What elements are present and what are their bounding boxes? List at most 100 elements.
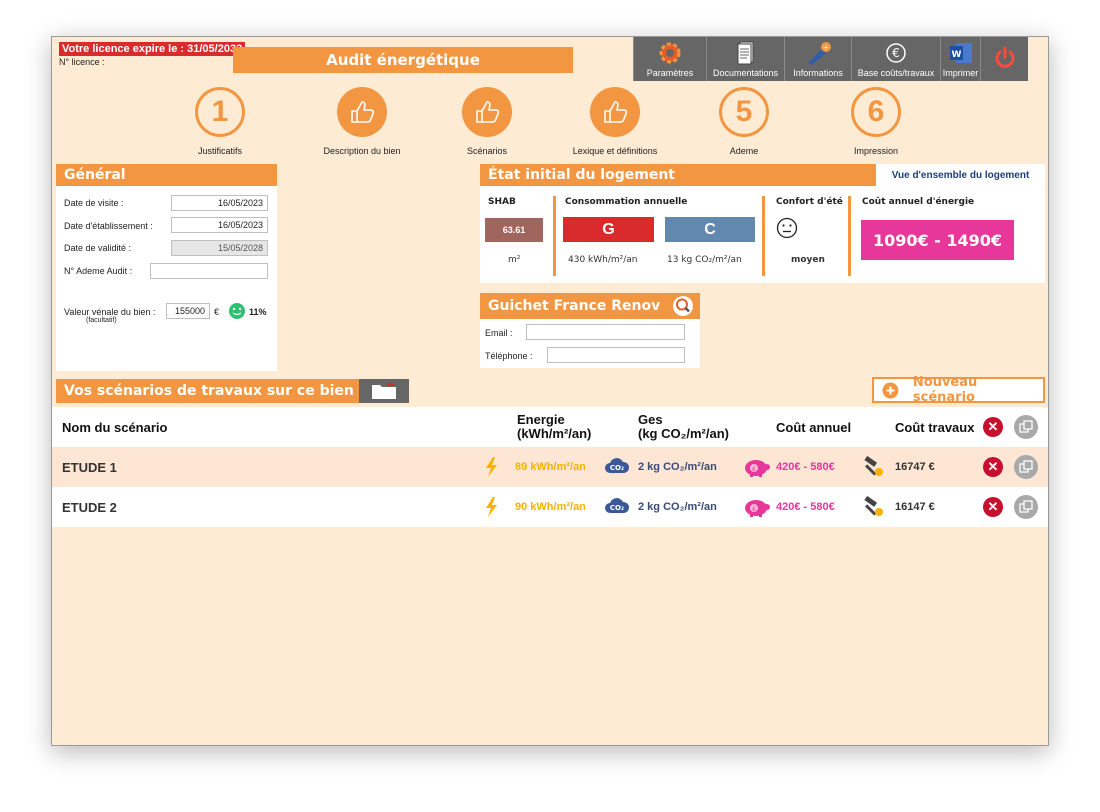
- svg-text:+: +: [823, 43, 830, 52]
- scenario-ges: 2 kg CO₂/m²/an: [638, 461, 717, 473]
- information-label: Informations: [793, 68, 843, 78]
- scenario-energy: 90 kWh/m²/an: [515, 501, 586, 513]
- scenarios-folder-button[interactable]: [359, 379, 409, 403]
- svg-text:CO₂: CO₂: [610, 504, 624, 512]
- estab-date-label: Date d'établissement :: [64, 221, 153, 231]
- conso-title: Consommation annuelle: [565, 197, 688, 207]
- delete-scenario-button[interactable]: ✕: [983, 457, 1003, 477]
- scenario-name: ETUDE 1: [62, 460, 117, 475]
- etat-panel: SHAB 63.61 m² Consommation annuelle G C …: [480, 186, 1045, 283]
- scenario-works-cost: 16747 €: [895, 461, 935, 473]
- license-expiry: Votre licence expire le : 31/05/2033: [59, 42, 246, 56]
- scenario-name: ETUDE 2: [62, 500, 117, 515]
- step-label: Lexique et définitions: [572, 146, 658, 156]
- step-ademe[interactable]: 5 Ademe: [689, 87, 799, 156]
- step-justificatifs[interactable]: 1 Justificatifs: [165, 87, 275, 156]
- license-number: N° licence :: [59, 57, 105, 67]
- svg-text:€: €: [752, 466, 756, 473]
- visit-date-field[interactable]: 16/05/2023: [171, 195, 268, 211]
- guichet-header: Guichet France Renov: [480, 293, 666, 319]
- shab-value: 63.61: [485, 218, 543, 242]
- col-ges: Ges: [638, 412, 663, 427]
- validity-date-label: Date de validité :: [64, 243, 132, 253]
- ademe-number-field[interactable]: [150, 263, 268, 279]
- ges-value: 13 kg CO₂/m²/an: [667, 255, 742, 265]
- info-pen-icon: +: [804, 41, 832, 65]
- delete-scenario-button[interactable]: ✕: [983, 497, 1003, 517]
- step-label: Justificatifs: [197, 146, 242, 156]
- thumbs-up-icon: [590, 87, 640, 137]
- svg-text:CO₂: CO₂: [610, 464, 624, 472]
- col-ges-unit: (kg CO₂/m²/an): [638, 426, 729, 441]
- scenario-row[interactable]: ETUDE 1 89 kWh/m²/an CO₂ 2 kg CO₂/m²/an …: [52, 447, 1048, 487]
- guichet-panel: Email : Téléphone :: [480, 319, 700, 368]
- currency-label: €: [214, 307, 220, 317]
- venal-percent: 11%: [249, 307, 267, 317]
- venal-value-label: Valeur vénale du bien :: [64, 307, 156, 317]
- col-annual-cost: Coût annuel: [776, 420, 852, 435]
- piggy-bank-icon: €: [740, 496, 770, 523]
- scenario-table-header: Nom du scénario Energie (kWh/m²/an) Ges …: [52, 407, 1048, 447]
- settings-button[interactable]: Paramètres: [633, 37, 706, 81]
- estab-date-field[interactable]: 16/05/2023: [171, 217, 268, 233]
- step-description[interactable]: Description du bien: [307, 87, 417, 156]
- toolbar: Paramètres Documentations + Informations…: [633, 37, 1028, 81]
- visit-date-label: Date de visite :: [64, 198, 124, 208]
- scenario-works-cost: 16147 €: [895, 501, 935, 513]
- general-panel: Date de visite : 16/05/2023 Date d'établ…: [56, 186, 277, 371]
- scenario-annual-cost: 420€ - 580€: [776, 461, 835, 473]
- piggy-bank-icon: €: [740, 456, 770, 483]
- delete-all-button[interactable]: ✕: [983, 417, 1003, 437]
- new-scenario-label: Nouveau scénario: [912, 375, 978, 405]
- duplicate-scenario-button[interactable]: [1014, 495, 1038, 519]
- venal-optional-label: (facultatif): [86, 317, 117, 324]
- print-button[interactable]: W Imprimer: [940, 37, 980, 81]
- settings-label: Paramètres: [646, 68, 694, 78]
- guichet-search-button[interactable]: [666, 293, 700, 319]
- shab-title: SHAB: [488, 197, 516, 207]
- step-impression[interactable]: 6 Impression: [821, 87, 931, 156]
- validity-date-field: 15/05/2028: [171, 240, 268, 256]
- thumbs-up-icon: [337, 87, 387, 137]
- print-label: Imprimer: [942, 68, 979, 78]
- duplicate-scenario-button[interactable]: [1014, 455, 1038, 479]
- copy-icon: [1019, 420, 1033, 433]
- venal-value-field[interactable]: 155000: [166, 303, 210, 319]
- step-scenarios[interactable]: Scénarios: [432, 87, 542, 156]
- cost-base-label: Base coûts/travaux: [857, 68, 935, 78]
- cost-base-button[interactable]: € Base coûts/travaux: [851, 37, 940, 81]
- scenario-row[interactable]: ETUDE 2 90 kWh/m²/an CO₂ 2 kg CO₂/m²/an …: [52, 487, 1048, 527]
- step-label: Scénarios: [466, 146, 508, 156]
- scenario-annual-cost: 420€ - 580€: [776, 501, 835, 513]
- general-header: Général: [56, 164, 277, 186]
- annual-cost-title: Coût annuel d'énergie: [862, 197, 975, 207]
- power-button[interactable]: [980, 37, 1028, 81]
- energy-class-badge: G: [563, 217, 654, 242]
- euro-icon: €: [884, 41, 908, 65]
- thumbs-up-icon: [462, 87, 512, 137]
- copy-icon: [1019, 500, 1033, 513]
- hammer-icon: [862, 455, 886, 483]
- new-scenario-button[interactable]: Nouveau scénario: [872, 375, 1045, 405]
- svg-text:€: €: [892, 46, 900, 60]
- documentation-label: Documentations: [712, 68, 779, 78]
- documentation-button[interactable]: Documentations: [706, 37, 784, 81]
- energy-value: 430 kWh/m²/an: [568, 255, 638, 265]
- step-lexique[interactable]: Lexique et définitions: [560, 87, 670, 156]
- smiley-icon: [228, 302, 246, 325]
- comfort-title: Confort d'été: [776, 197, 843, 207]
- annual-cost-badge: 1090€ - 1490€: [861, 220, 1014, 260]
- overview-tab[interactable]: Vue d'ensemble du logement: [876, 164, 1045, 186]
- kpi-separator: [553, 196, 556, 276]
- col-name: Nom du scénario: [62, 420, 168, 435]
- app-title: Audit énergétique: [233, 47, 573, 73]
- information-button[interactable]: + Informations: [784, 37, 851, 81]
- duplicate-all-button[interactable]: [1014, 415, 1038, 439]
- step-label: Ademe: [729, 146, 759, 156]
- step-number-badge: 5: [719, 87, 769, 137]
- lightning-icon: [485, 497, 499, 522]
- phone-field[interactable]: [547, 347, 685, 363]
- neutral-face-icon: [776, 217, 798, 244]
- email-field[interactable]: [526, 324, 685, 340]
- copy-icon: [1019, 460, 1033, 473]
